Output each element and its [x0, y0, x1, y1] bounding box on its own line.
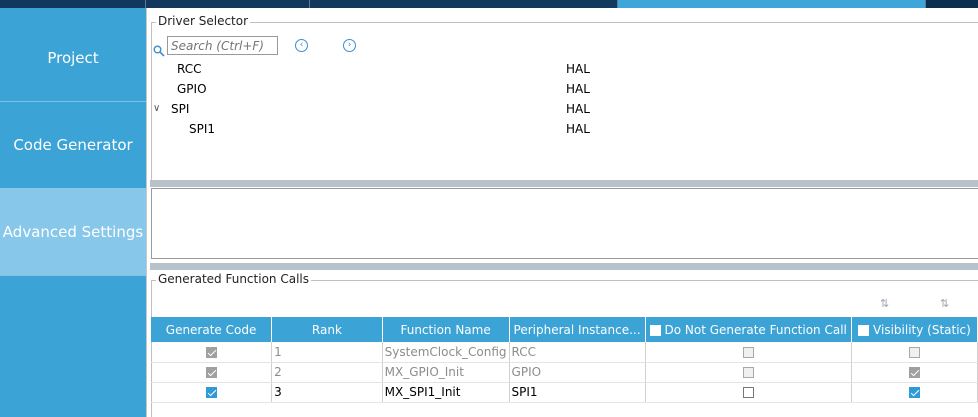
driver-name: RCC — [177, 62, 202, 76]
driver-row-gpio[interactable]: GPIO HAL — [147, 80, 978, 98]
peripheral-cell: GPIO — [509, 362, 646, 383]
sort-descending-icon[interactable]: ⇅ — [940, 297, 949, 310]
function-name-cell: MX_SPI1_Init — [382, 382, 510, 403]
previous-match-icon[interactable]: ‹ — [295, 39, 308, 52]
visibility-checkbox[interactable] — [908, 346, 920, 358]
driver-row-spi[interactable]: ∨ SPI HAL — [147, 100, 978, 118]
driver-selector-title: Driver Selector — [156, 14, 251, 28]
do-not-generate-checkbox[interactable] — [742, 387, 754, 398]
driver-name: GPIO — [177, 82, 207, 96]
driver-type[interactable]: HAL — [566, 80, 590, 98]
select-all-checkbox[interactable] — [649, 324, 661, 336]
select-all-checkbox[interactable] — [858, 324, 870, 336]
do-not-generate-checkbox[interactable] — [742, 367, 754, 378]
driver-type[interactable]: HAL — [566, 60, 590, 78]
driver-row-rcc[interactable]: RCC HAL — [147, 60, 978, 78]
generate-code-checkbox[interactable] — [205, 387, 217, 398]
tab-pinout[interactable] — [0, 0, 146, 8]
tab-project-settings[interactable] — [310, 0, 618, 8]
top-tab-strip — [0, 0, 978, 8]
column-header-rank[interactable]: Rank — [271, 317, 383, 342]
function-calls-title: Generated Function Calls — [156, 272, 311, 286]
sidebar-item-project[interactable]: Project — [0, 14, 146, 102]
function-name-cell: MX_GPIO_Init — [382, 362, 510, 383]
peripheral-cell: RCC — [509, 342, 646, 363]
column-header-do-not-generate[interactable]: Do Not Generate Function Call — [645, 317, 852, 342]
column-header-peripheral-instance[interactable]: Peripheral Instance... — [509, 317, 646, 342]
sidebar-item-code-generator[interactable]: Code Generator — [0, 101, 146, 189]
tab-project-manager[interactable] — [618, 0, 926, 8]
driver-name: SPI1 — [189, 122, 216, 136]
visibility-checkbox[interactable] — [908, 387, 920, 398]
driver-detail-box — [151, 188, 978, 259]
driver-name: SPI — [171, 102, 190, 116]
generate-code-checkbox[interactable] — [205, 367, 217, 378]
splitter-bar[interactable] — [150, 263, 978, 270]
driver-row-spi1[interactable]: SPI1 HAL — [147, 120, 978, 138]
chevron-down-icon[interactable]: ∨ — [153, 100, 160, 118]
table-row[interactable]: 1 SystemClock_Config RCC — [151, 342, 978, 363]
rank-cell: 1 — [271, 342, 383, 363]
generate-code-checkbox[interactable] — [205, 346, 217, 358]
visibility-checkbox[interactable] — [908, 367, 920, 378]
search-input[interactable] — [167, 36, 278, 55]
sidebar-item-label: Advanced Settings — [2, 222, 144, 241]
table-row[interactable]: 2 MX_GPIO_Init GPIO — [151, 362, 978, 383]
rank-cell: 2 — [271, 362, 383, 383]
sidebar-item-label: Project — [47, 48, 99, 67]
function-calls-table: Generate Code Rank Function Name Periphe… — [151, 317, 978, 403]
search-icon — [153, 45, 165, 60]
splitter-bar[interactable] — [150, 180, 978, 187]
driver-type[interactable]: HAL — [566, 100, 590, 118]
peripheral-cell: SPI1 — [509, 382, 646, 403]
sidebar-item-label: Code Generator — [13, 135, 133, 154]
sidebar: Project Code Generator Advanced Settings — [0, 8, 146, 417]
main-panel: Driver Selector ‹ › RCC HAL GPIO HAL ∨ S… — [146, 8, 978, 417]
column-header-visibility[interactable]: Visibility (Static) — [851, 317, 978, 342]
tab-clock-configuration[interactable] — [146, 0, 310, 8]
function-name-cell: SystemClock_Config — [382, 342, 510, 363]
rank-cell: 3 — [271, 382, 383, 403]
driver-type[interactable]: HAL — [566, 120, 590, 138]
column-header-generate-code[interactable]: Generate Code — [151, 317, 273, 342]
sort-ascending-icon[interactable]: ⇅ — [880, 297, 889, 310]
sidebar-item-advanced-settings[interactable]: Advanced Settings — [0, 188, 146, 276]
next-match-icon[interactable]: › — [343, 39, 356, 52]
table-row[interactable]: 3 MX_SPI1_Init SPI1 — [151, 382, 978, 403]
do-not-generate-checkbox[interactable] — [742, 346, 754, 358]
column-header-function-name[interactable]: Function Name — [382, 317, 510, 342]
